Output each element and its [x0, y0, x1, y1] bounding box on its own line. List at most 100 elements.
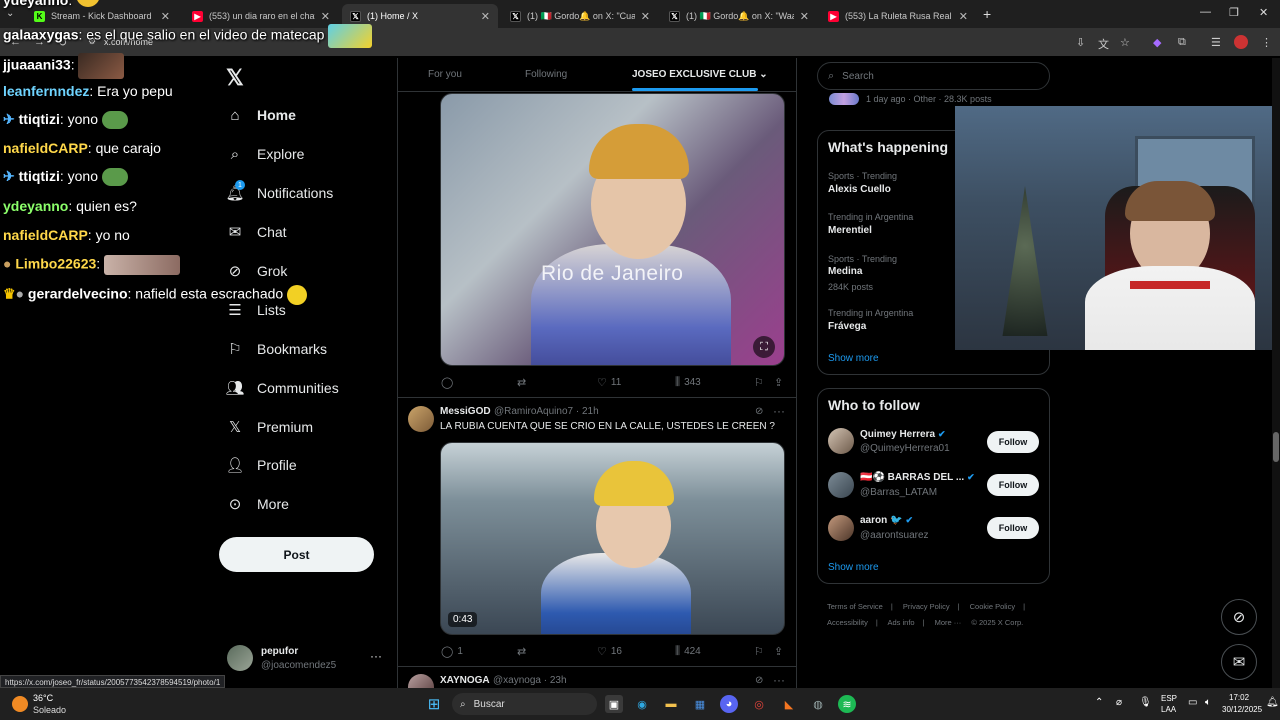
clock-time[interactable]: 17:02 [1229, 693, 1249, 702]
post-author-handle[interactable]: @xaynoga · 23h [493, 675, 567, 686]
follow-button[interactable]: Follow [987, 517, 1039, 539]
close-icon[interactable]: ✕ [481, 10, 490, 23]
windows-start-icon[interactable]: ⊞ [425, 695, 443, 713]
nav-notifications[interactable]: 🔔︎ 1 Notifications [225, 180, 333, 202]
share-button[interactable]: ⇪ [774, 645, 787, 658]
show-more-suggestions-link[interactable]: Show more [828, 562, 879, 573]
chrome-icon[interactable]: ◎ [750, 695, 768, 713]
close-icon[interactable]: ✕ [959, 10, 968, 23]
views-button[interactable]: ⫼ 343 [675, 376, 701, 389]
tab-for-you[interactable]: For you [428, 69, 462, 80]
messages-fab-button[interactable]: ✉ [1221, 644, 1257, 680]
browser-tab-x-3[interactable]: 𝕏 (1) 🇮🇹 Gordo🔔 on X: "Waat htt ✕ [661, 4, 817, 28]
show-more-trends-link[interactable]: Show more [828, 353, 879, 364]
like-button[interactable]: ♡ 11 [597, 376, 621, 389]
extensions-icon[interactable]: ⧉ [1178, 36, 1186, 49]
reply-button[interactable]: ◯ 1 [441, 645, 463, 658]
taskbar-search[interactable]: ⌕ Buscar [452, 693, 597, 715]
post-more-icon[interactable]: ··· [773, 673, 785, 687]
tab-list-icon[interactable]: ⌄ [6, 8, 14, 19]
like-button[interactable]: ♡ 16 [597, 645, 622, 658]
spotify-icon[interactable]: ≋ [838, 695, 856, 713]
repost-button[interactable]: ⇄ [517, 645, 530, 658]
keyboard-layout[interactable]: LAA [1161, 705, 1176, 714]
weather-icon[interactable] [12, 696, 28, 712]
tab-joseo-exclusive-club[interactable]: JOSEO EXCLUSIVE CLUB ⌄ [632, 69, 768, 80]
share-button[interactable]: ⇪ [774, 376, 787, 389]
edge-icon[interactable]: ◉ [633, 695, 651, 713]
follow-button[interactable]: Follow [987, 431, 1039, 453]
tray-overflow-icon[interactable]: ⌃ [1095, 697, 1103, 708]
scrollbar[interactable] [1272, 58, 1280, 688]
search-input[interactable]: ⌕ Search [817, 62, 1050, 90]
app-icon[interactable]: ◣ [780, 695, 798, 713]
microphone-icon[interactable]: 🎙︎ [1139, 697, 1152, 708]
star-icon[interactable]: ☆ [1120, 36, 1130, 49]
close-icon[interactable]: ✕ [641, 10, 650, 23]
notifications-icon[interactable]: 🔔︎ [1266, 697, 1279, 708]
close-icon[interactable]: ✕ [800, 10, 809, 23]
grok-post-icon[interactable]: ⊘ [755, 675, 763, 686]
clock-date[interactable]: 30/12/2025 [1222, 705, 1262, 714]
post-button[interactable]: Post [219, 537, 374, 572]
discord-icon[interactable]: ◕ [720, 695, 738, 713]
account-name[interactable]: pepufor [261, 646, 298, 657]
avatar[interactable] [828, 428, 854, 454]
media-expand-icon[interactable]: ⛶ [753, 336, 775, 358]
tab-following[interactable]: Following [525, 69, 567, 80]
nav-communities[interactable]: 👥︎ Communities [225, 379, 338, 397]
reply-button[interactable]: ◯ [441, 376, 457, 389]
grok-post-icon[interactable]: ⊘ [755, 406, 763, 417]
window-close-icon[interactable]: ✕ [1259, 6, 1268, 19]
trend-item[interactable]: Frávega [828, 321, 866, 332]
scrollbar-thumb[interactable] [1273, 432, 1279, 462]
x-logo-icon[interactable]: 𝕏 [226, 65, 244, 91]
post-more-icon[interactable]: ··· [773, 404, 785, 418]
nav-grok[interactable]: ⊘ Grok [226, 262, 288, 280]
weather-temp[interactable]: 36°C [33, 693, 53, 703]
avatar[interactable] [828, 515, 854, 541]
repost-button[interactable]: ⇄ [517, 376, 530, 389]
footer-link[interactable]: Accessibility [827, 618, 868, 627]
display-icon[interactable]: ▭ [1188, 697, 1197, 708]
footer-link[interactable]: Terms of Service [827, 602, 883, 611]
minimize-icon[interactable]: — [1200, 6, 1211, 18]
avatar[interactable] [408, 406, 434, 432]
follow-button[interactable]: Follow [987, 474, 1039, 496]
browser-menu-icon[interactable]: ⋮ [1261, 36, 1272, 49]
translate-icon[interactable]: 文 [1098, 36, 1109, 52]
account-more-icon[interactable]: ··· [370, 649, 382, 663]
close-icon[interactable]: ✕ [161, 10, 170, 23]
nav-profile[interactable]: 👤︎ Profile [225, 456, 296, 474]
suggestion-name[interactable]: 🇦🇹⚽ BARRAS DEL ... ✔ [860, 472, 975, 483]
file-explorer-icon[interactable]: ▬ [662, 695, 680, 713]
extension-twitch-icon[interactable]: ◆ [1153, 36, 1161, 49]
profile-avatar-icon[interactable] [1234, 35, 1248, 49]
nav-chat[interactable]: ✉ Chat [226, 223, 287, 241]
nav-more[interactable]: ⊙ More [226, 495, 289, 513]
store-icon[interactable]: ▦ [691, 695, 709, 713]
post-author-name[interactable]: MessiGOD [440, 406, 491, 417]
nav-home[interactable]: ⌂ Home [226, 106, 295, 124]
avatar[interactable] [227, 645, 253, 671]
obs-icon[interactable]: ◍ [809, 695, 827, 713]
install-app-icon[interactable]: ⇩ [1076, 36, 1085, 49]
close-icon[interactable]: ✕ [321, 10, 330, 23]
browser-tab-youtube-2[interactable]: ▶ (553) La Ruleta Rusa Real Que ✕ [820, 4, 976, 28]
bookmark-button[interactable]: ⚐ [754, 645, 768, 658]
footer-link[interactable]: Cookie Policy [970, 602, 1015, 611]
post-author-name[interactable]: XAYNOGA [440, 675, 490, 686]
trend-item[interactable]: Alexis Cuello [828, 184, 891, 195]
views-button[interactable]: ⫼ 424 [675, 645, 701, 658]
avatar[interactable] [828, 472, 854, 498]
grok-fab-button[interactable]: ⊘ [1221, 599, 1257, 635]
nav-premium[interactable]: 𝕏 Premium [226, 418, 313, 436]
language-indicator[interactable]: ESP [1161, 694, 1177, 703]
nav-explore[interactable]: ⌕ Explore [226, 145, 305, 163]
volume-icon[interactable]: 🔈︎ [1205, 697, 1211, 708]
browser-tab-x-2[interactable]: 𝕏 (1) 🇮🇹 Gordo🔔 on X: "Cuando ✕ [502, 4, 658, 28]
post-author-handle[interactable]: @RamiroAquino7 · 21h [494, 406, 599, 417]
post-media-video[interactable] [440, 442, 785, 635]
trend-item[interactable]: Medina [828, 266, 862, 277]
footer-link[interactable]: More ··· [935, 618, 962, 627]
